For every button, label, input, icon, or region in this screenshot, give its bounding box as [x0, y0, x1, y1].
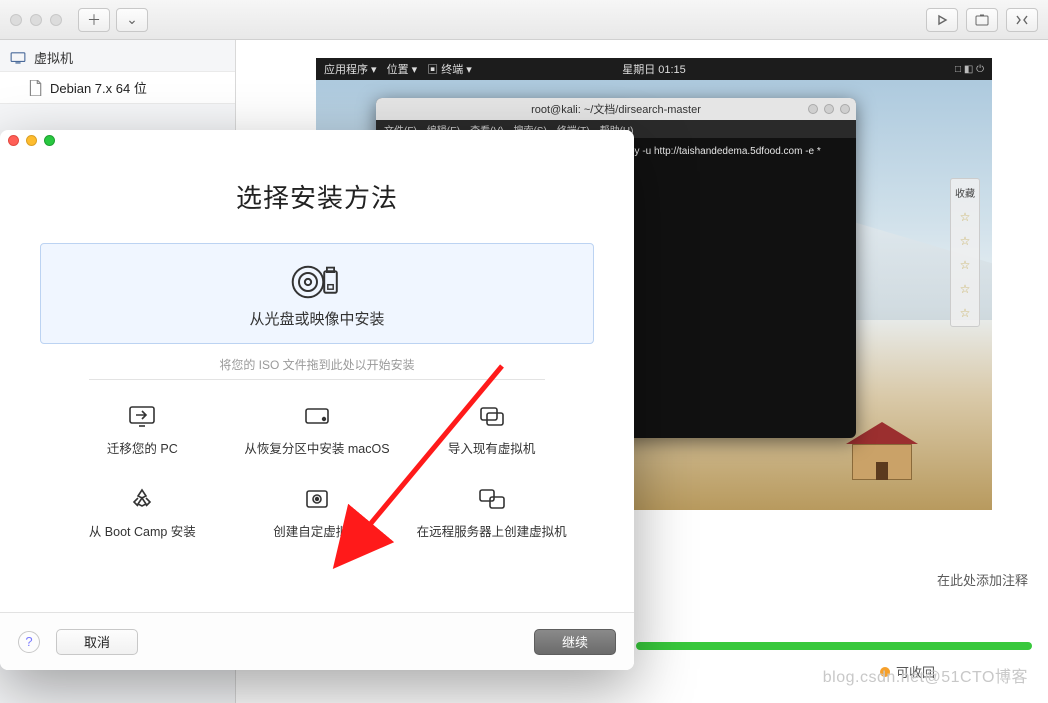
cabin-illustration	[852, 420, 922, 480]
minimize-window-icon[interactable]	[30, 14, 42, 26]
dialog-footer: ? 取消 继续	[0, 612, 634, 670]
dialog-close-icon[interactable]	[8, 135, 19, 146]
option-migrate-pc[interactable]: 迁移您的 PC	[60, 404, 225, 457]
dialog-zoom-icon[interactable]	[44, 135, 55, 146]
option-import-vm[interactable]: 导入现有虚拟机	[409, 404, 574, 457]
notes-placeholder[interactable]: 在此处添加注释	[937, 570, 1028, 589]
install-from-disc-label: 从光盘或映像中安装	[249, 308, 384, 329]
disc-usb-icon	[290, 262, 344, 302]
document-icon	[28, 80, 42, 96]
divider	[89, 379, 545, 380]
add-button[interactable]: ＋	[78, 8, 110, 32]
star-icon[interactable]: ☆	[960, 306, 971, 320]
install-from-disc-card[interactable]: 从光盘或映像中安装	[40, 243, 594, 344]
star-icon[interactable]: ☆	[960, 282, 971, 296]
snapshot-button[interactable]	[966, 8, 998, 32]
settings-button[interactable]	[1006, 8, 1038, 32]
option-install-macos-recovery[interactable]: 从恢复分区中安装 macOS	[235, 404, 400, 457]
option-bootcamp[interactable]: 从 Boot Camp 安装	[60, 487, 225, 540]
sidebar-section-label: 虚拟机	[34, 48, 73, 67]
star-icon[interactable]: ☆	[960, 234, 971, 248]
star-icon[interactable]: ☆	[960, 210, 971, 224]
disk-usage-bar	[636, 642, 1032, 650]
guest-menu-terminal[interactable]: ▣ 终端 ▾	[427, 61, 472, 77]
option-remote-server-vm[interactable]: 在远程服务器上创建虚拟机	[409, 487, 574, 540]
migrate-pc-icon	[127, 404, 157, 428]
install-method-dialog: 选择安装方法 从光盘或映像中安装 将您的 ISO 文件拖到此处以开始安装 迁移您…	[0, 130, 634, 670]
guest-menu-apps[interactable]: 应用程序 ▾	[324, 61, 377, 77]
terminal-title: root@kali: ~/文档/dirsearch-master	[531, 101, 701, 117]
star-icon[interactable]: ☆	[960, 258, 971, 272]
play-button[interactable]	[926, 8, 958, 32]
terminal-close-icon[interactable]	[840, 104, 850, 114]
guest-topbar: 应用程序 ▾ 位置 ▾ ▣ 终端 ▾ 星期日 01:15 □ ◧ ⏻	[316, 58, 992, 80]
dialog-titlebar	[0, 130, 634, 150]
cancel-button[interactable]: 取消	[56, 629, 138, 655]
close-window-icon[interactable]	[10, 14, 22, 26]
toolbar-right	[926, 8, 1038, 32]
dropdown-button[interactable]: ⌄	[116, 8, 148, 32]
guest-menu-places[interactable]: 位置 ▾	[387, 61, 418, 77]
continue-button[interactable]: 继续	[534, 629, 616, 655]
window-controls	[10, 14, 62, 26]
help-button[interactable]: ?	[18, 631, 40, 653]
import-vm-icon	[477, 404, 507, 428]
guest-favorites-label: 收藏	[955, 185, 975, 200]
toolbar-left: ＋ ⌄	[78, 8, 148, 32]
install-options-grid: 迁移您的 PC 从恢复分区中安装 macOS 导入现有虚拟机 从 Boot Ca…	[40, 404, 594, 540]
dialog-minimize-icon[interactable]	[26, 135, 37, 146]
terminal-titlebar: root@kali: ~/文档/dirsearch-master	[376, 98, 856, 120]
bootcamp-icon	[127, 487, 157, 511]
titlebar: ＋ ⌄	[0, 0, 1048, 40]
dialog-body: 选择安装方法 从光盘或映像中安装 将您的 ISO 文件拖到此处以开始安装 迁移您…	[0, 150, 634, 540]
zoom-window-icon[interactable]	[50, 14, 62, 26]
option-create-custom-vm[interactable]: 创建自定虚拟机	[235, 487, 400, 540]
monitor-icon	[10, 52, 26, 64]
sidebar-item-label: Debian 7.x 64 位	[50, 78, 147, 97]
guest-favorites-panel: 收藏 ☆ ☆ ☆ ☆ ☆	[950, 178, 980, 327]
guest-clock: 星期日 01:15	[622, 61, 686, 77]
terminal-min-icon[interactable]	[808, 104, 818, 114]
sidebar-section-vms[interactable]: 虚拟机	[0, 44, 235, 71]
remote-vm-icon	[477, 487, 507, 511]
guest-tray: □ ◧ ⏻	[955, 64, 984, 75]
terminal-max-icon[interactable]	[824, 104, 834, 114]
hdd-icon	[302, 404, 332, 428]
terminal-window-buttons	[808, 104, 850, 114]
iso-drop-hint: 将您的 ISO 文件拖到此处以开始安装	[40, 356, 594, 373]
custom-vm-icon	[302, 487, 332, 511]
sidebar-item-debian[interactable]: Debian 7.x 64 位	[0, 71, 235, 104]
dialog-title: 选择安装方法	[40, 178, 594, 215]
watermark: blog.csdn.net@51CTO博客	[823, 663, 1028, 687]
